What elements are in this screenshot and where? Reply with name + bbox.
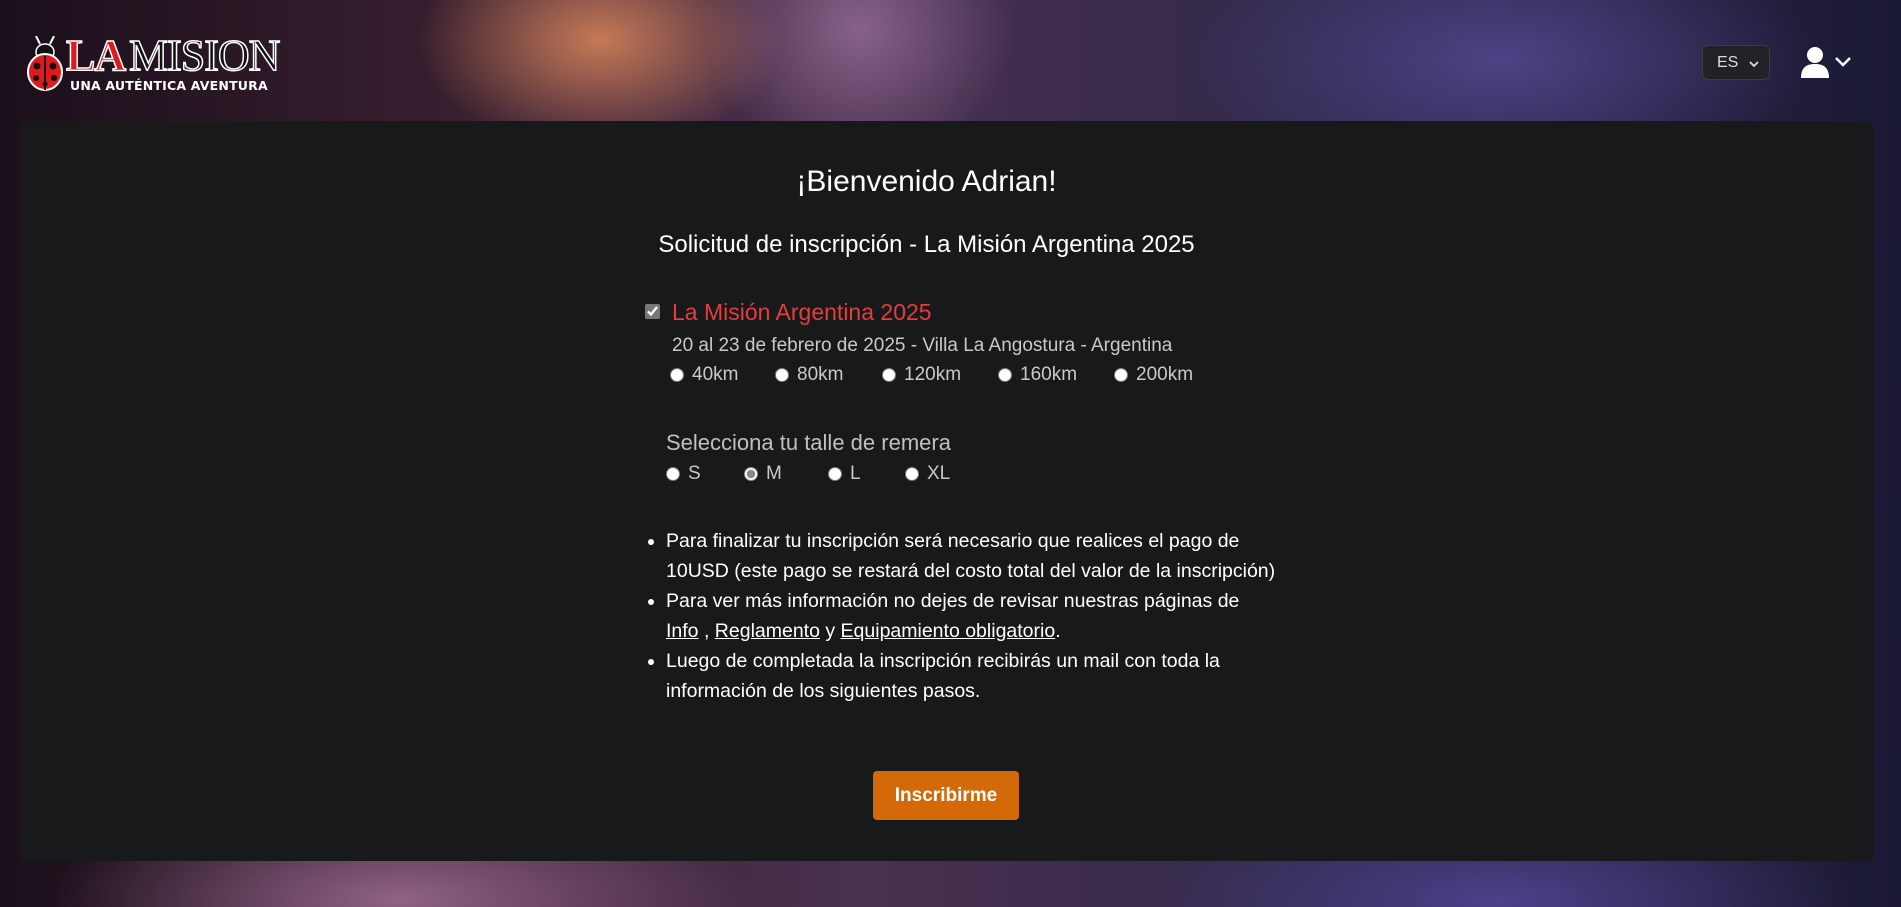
size-label: XL [927, 463, 951, 484]
info-item-payment: Para finalizar tu inscripción será neces… [666, 526, 1276, 586]
distance-option-160km[interactable]: 160km [998, 364, 1077, 386]
distance-label: 80km [797, 364, 844, 385]
distance-radio[interactable] [670, 368, 684, 382]
registration-subtitle: Solicitud de inscripción - La Misión Arg… [658, 231, 1195, 258]
user-menu-button[interactable] [1800, 46, 1852, 83]
event-title: La Misión Argentina 2025 [672, 299, 932, 325]
size-radio[interactable] [828, 467, 842, 481]
info-list: Para finalizar tu inscripción será neces… [646, 526, 1276, 706]
size-option-l[interactable]: L [828, 463, 861, 485]
language-selected: ES [1717, 53, 1739, 71]
language-select[interactable]: ES [1702, 45, 1770, 80]
info-links-conjunction: y [825, 620, 836, 642]
size-radio[interactable] [744, 467, 758, 481]
register-button[interactable]: Inscribirme [873, 771, 1019, 820]
info-links-period: . [1055, 620, 1061, 642]
distance-option-80km[interactable]: 80km [775, 364, 843, 386]
distance-radio[interactable] [1114, 368, 1128, 382]
size-option-s[interactable]: S [666, 463, 701, 485]
info-links-prefix: Para ver más información no dejes de rev… [666, 590, 1240, 612]
info-item-email: Luego de completada la inscripción recib… [666, 646, 1276, 706]
info-link[interactable]: Info [666, 620, 699, 642]
distance-radio[interactable] [775, 368, 789, 382]
info-item-links: Para ver más información no dejes de rev… [666, 586, 1276, 646]
size-radio[interactable] [905, 467, 919, 481]
distance-option-120km[interactable]: 120km [882, 364, 961, 386]
brand-logo[interactable]: LA MISION UNA AUTÉNTICA AVENTURA [26, 30, 296, 97]
distance-option-40km[interactable]: 40km [670, 364, 738, 386]
size-radio[interactable] [666, 467, 680, 481]
logo-word-la: LA [65, 30, 127, 81]
distance-radio[interactable] [882, 368, 896, 382]
reglamento-link[interactable]: Reglamento [715, 620, 820, 642]
user-icon [1800, 46, 1830, 83]
distance-label: 160km [1020, 364, 1078, 385]
chevron-down-icon [1748, 57, 1760, 75]
shirt-size-label: Selecciona tu talle de remera [666, 430, 951, 455]
size-label: L [850, 463, 861, 484]
size-label: S [688, 463, 701, 484]
size-option-m[interactable]: M [744, 463, 782, 485]
logo-word-mision: MISION [128, 30, 281, 81]
event-checkbox[interactable] [645, 304, 660, 319]
size-option-xl[interactable]: XL [905, 463, 950, 485]
distance-label: 200km [1136, 364, 1194, 385]
equipamiento-link[interactable]: Equipamiento obligatorio [841, 620, 1056, 642]
distance-label: 120km [904, 364, 962, 385]
distance-label: 40km [692, 364, 739, 385]
logo-tagline: UNA AUTÉNTICA AVENTURA [70, 78, 268, 93]
distance-option-200km[interactable]: 200km [1114, 364, 1193, 386]
size-label: M [766, 463, 782, 484]
chevron-down-icon [1834, 55, 1852, 73]
welcome-heading: ¡Bienvenido Adrian! [796, 165, 1057, 198]
ladybug-icon [26, 35, 66, 97]
distance-radio[interactable] [998, 368, 1012, 382]
info-links-separator: , [703, 620, 710, 642]
event-details: 20 al 23 de febrero de 2025 - Villa La A… [672, 335, 1173, 356]
